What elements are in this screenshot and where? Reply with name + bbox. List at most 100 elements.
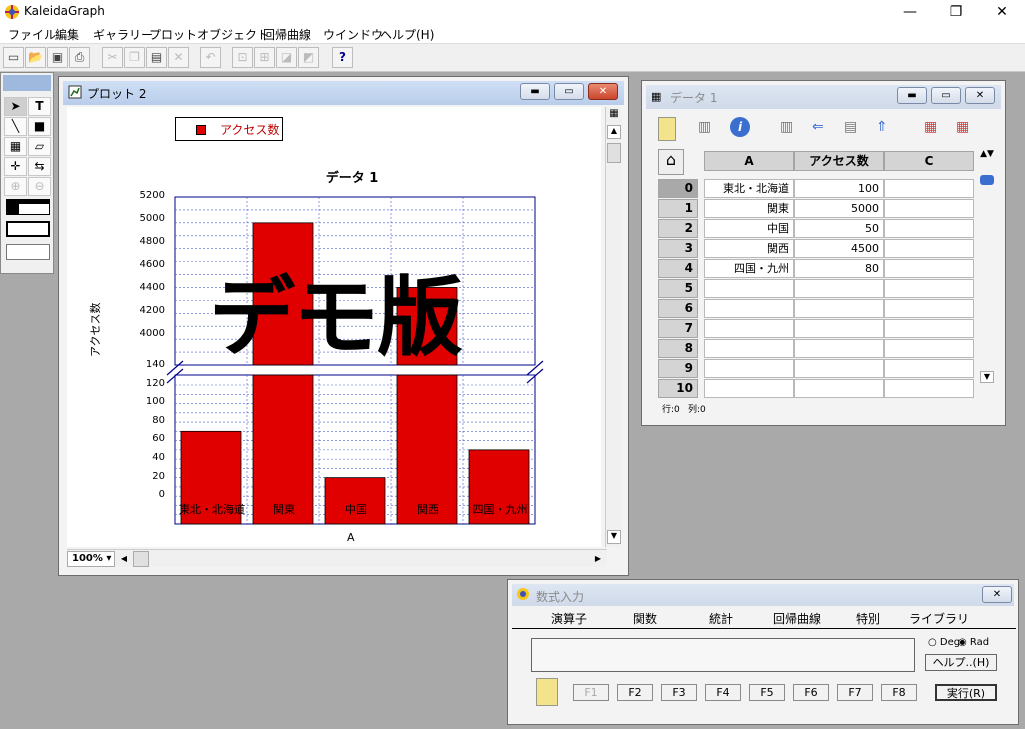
- delete-icon[interactable]: ✕: [168, 47, 189, 68]
- f4-button[interactable]: F4: [705, 684, 741, 701]
- scroll-right-icon[interactable]: ▶: [591, 551, 605, 567]
- table-cell[interactable]: [884, 279, 974, 298]
- info-icon[interactable]: i: [730, 117, 750, 137]
- table-cell[interactable]: [884, 319, 974, 338]
- zoom-select[interactable]: 100% ▾: [67, 551, 115, 567]
- table-cell[interactable]: 東北・北海道: [704, 179, 794, 198]
- table-cell[interactable]: [794, 339, 884, 358]
- table-cell[interactable]: [794, 379, 884, 398]
- notes-icon[interactable]: [536, 678, 558, 706]
- table-cell[interactable]: [704, 279, 794, 298]
- arrow-tool-icon[interactable]: ➤: [4, 97, 27, 116]
- table-cell[interactable]: [884, 339, 974, 358]
- table-cell[interactable]: [794, 319, 884, 338]
- plot-restore-button[interactable]: ▭: [554, 83, 584, 100]
- row-header[interactable]: 1: [658, 199, 698, 218]
- minimize-button[interactable]: —: [887, 0, 933, 24]
- f8-button[interactable]: F8: [881, 684, 917, 701]
- page-split-icon[interactable]: ▦: [607, 108, 621, 124]
- copy-icon[interactable]: ❐: [124, 47, 145, 68]
- insert-row-icon[interactable]: ▤: [844, 119, 857, 135]
- f3-button[interactable]: F3: [661, 684, 697, 701]
- tab-statistics[interactable]: 統計: [709, 610, 733, 627]
- sort-icon[interactable]: ▦: [924, 119, 937, 135]
- data-minimize-button[interactable]: ▬: [897, 87, 927, 104]
- line-style-stepper[interactable]: [6, 244, 50, 260]
- pen-color-swatch[interactable]: [18, 203, 50, 215]
- plot-close-button[interactable]: ✕: [588, 83, 618, 100]
- menu-gallery[interactable]: ギャラリー: [93, 26, 153, 43]
- data-scroll-thumb[interactable]: [980, 175, 994, 185]
- table-cell[interactable]: [794, 359, 884, 378]
- f7-button[interactable]: F7: [837, 684, 873, 701]
- table-cell[interactable]: [884, 239, 974, 258]
- help-button[interactable]: ヘルプ..(H): [925, 654, 997, 671]
- table-cell[interactable]: [704, 339, 794, 358]
- table-cell[interactable]: [884, 259, 974, 278]
- bring-front-icon[interactable]: ◪: [276, 47, 297, 68]
- f5-button[interactable]: F5: [749, 684, 785, 701]
- undo-icon[interactable]: ↶: [200, 47, 221, 68]
- row-header[interactable]: 2: [658, 219, 698, 238]
- scroll-thumb[interactable]: [607, 143, 621, 163]
- table-cell[interactable]: 4500: [794, 239, 884, 258]
- data-select-tool-icon[interactable]: ⇆: [28, 157, 51, 176]
- new-document-icon[interactable]: ▭: [3, 47, 24, 68]
- data-vertical-scrollbar[interactable]: ▲▼ ▼: [979, 149, 995, 399]
- table-cell[interactable]: [884, 379, 974, 398]
- row-header[interactable]: 5: [658, 279, 698, 298]
- text-tool-icon[interactable]: T: [28, 97, 51, 116]
- line-width-selector[interactable]: [6, 221, 50, 237]
- scroll-up-icon[interactable]: ▲: [607, 125, 621, 139]
- zoom-in-tool-icon[interactable]: ⊕: [4, 177, 27, 196]
- menu-window[interactable]: ウインドウ: [323, 26, 383, 43]
- table-cell[interactable]: [884, 219, 974, 238]
- data-close-button[interactable]: ✕: [965, 87, 995, 104]
- line-tool-icon[interactable]: ╲: [4, 117, 27, 136]
- row-header[interactable]: 10: [658, 379, 698, 398]
- send-back-icon[interactable]: ◩: [298, 47, 319, 68]
- row-header[interactable]: 6: [658, 299, 698, 318]
- table-cell[interactable]: [884, 179, 974, 198]
- insert-column-icon[interactable]: ▥: [780, 119, 793, 135]
- table-cell[interactable]: [794, 279, 884, 298]
- column-header[interactable]: A: [704, 151, 794, 171]
- menu-file[interactable]: ファイル: [8, 26, 56, 43]
- menu-object[interactable]: オブジェクト: [197, 26, 269, 43]
- column-format-icon[interactable]: ▥: [698, 119, 711, 135]
- data-restore-button[interactable]: ▭: [931, 87, 961, 104]
- table-cell[interactable]: 50: [794, 219, 884, 238]
- tab-curve-fit[interactable]: 回帰曲線: [773, 610, 821, 627]
- column-header[interactable]: アクセス数: [794, 151, 884, 171]
- crosshair-tool-icon[interactable]: ✛: [4, 157, 27, 176]
- row-header[interactable]: 0: [658, 179, 698, 198]
- row-header[interactable]: 3: [658, 239, 698, 258]
- close-button[interactable]: ✕: [979, 0, 1025, 24]
- table-cell[interactable]: 関西: [704, 239, 794, 258]
- scroll-down-icon[interactable]: ▼: [607, 530, 621, 544]
- zoom-out-tool-icon[interactable]: ⊖: [28, 177, 51, 196]
- table-cell[interactable]: [704, 379, 794, 398]
- clear-icon[interactable]: ▦: [956, 119, 969, 135]
- save-icon[interactable]: ▣: [47, 47, 68, 68]
- h-scroll-thumb[interactable]: [133, 551, 149, 567]
- open-folder-icon[interactable]: 📂: [25, 47, 46, 68]
- group-icon[interactable]: ⊡: [232, 47, 253, 68]
- tab-special[interactable]: 特別: [856, 610, 880, 627]
- move-left-icon[interactable]: ⇐: [812, 119, 824, 135]
- ungroup-icon[interactable]: ⊞: [254, 47, 275, 68]
- plot-horizontal-scrollbar[interactable]: 100% ▾ ◀ ▶: [67, 549, 607, 567]
- scroll-left-icon[interactable]: ◀: [117, 551, 131, 567]
- menu-plot[interactable]: プロット: [149, 26, 197, 43]
- formula-close-button[interactable]: ✕: [982, 586, 1012, 603]
- table-cell[interactable]: [704, 319, 794, 338]
- table-cell[interactable]: 5000: [794, 199, 884, 218]
- paste-icon[interactable]: ▤: [146, 47, 167, 68]
- menu-edit[interactable]: 編集: [55, 26, 79, 43]
- table-cell[interactable]: [704, 299, 794, 318]
- table-cell[interactable]: 関東: [704, 199, 794, 218]
- table-cell[interactable]: [704, 359, 794, 378]
- data-scroll-down-icon[interactable]: ▼: [980, 371, 994, 383]
- tab-functions[interactable]: 関数: [633, 610, 657, 627]
- table-cell[interactable]: [884, 199, 974, 218]
